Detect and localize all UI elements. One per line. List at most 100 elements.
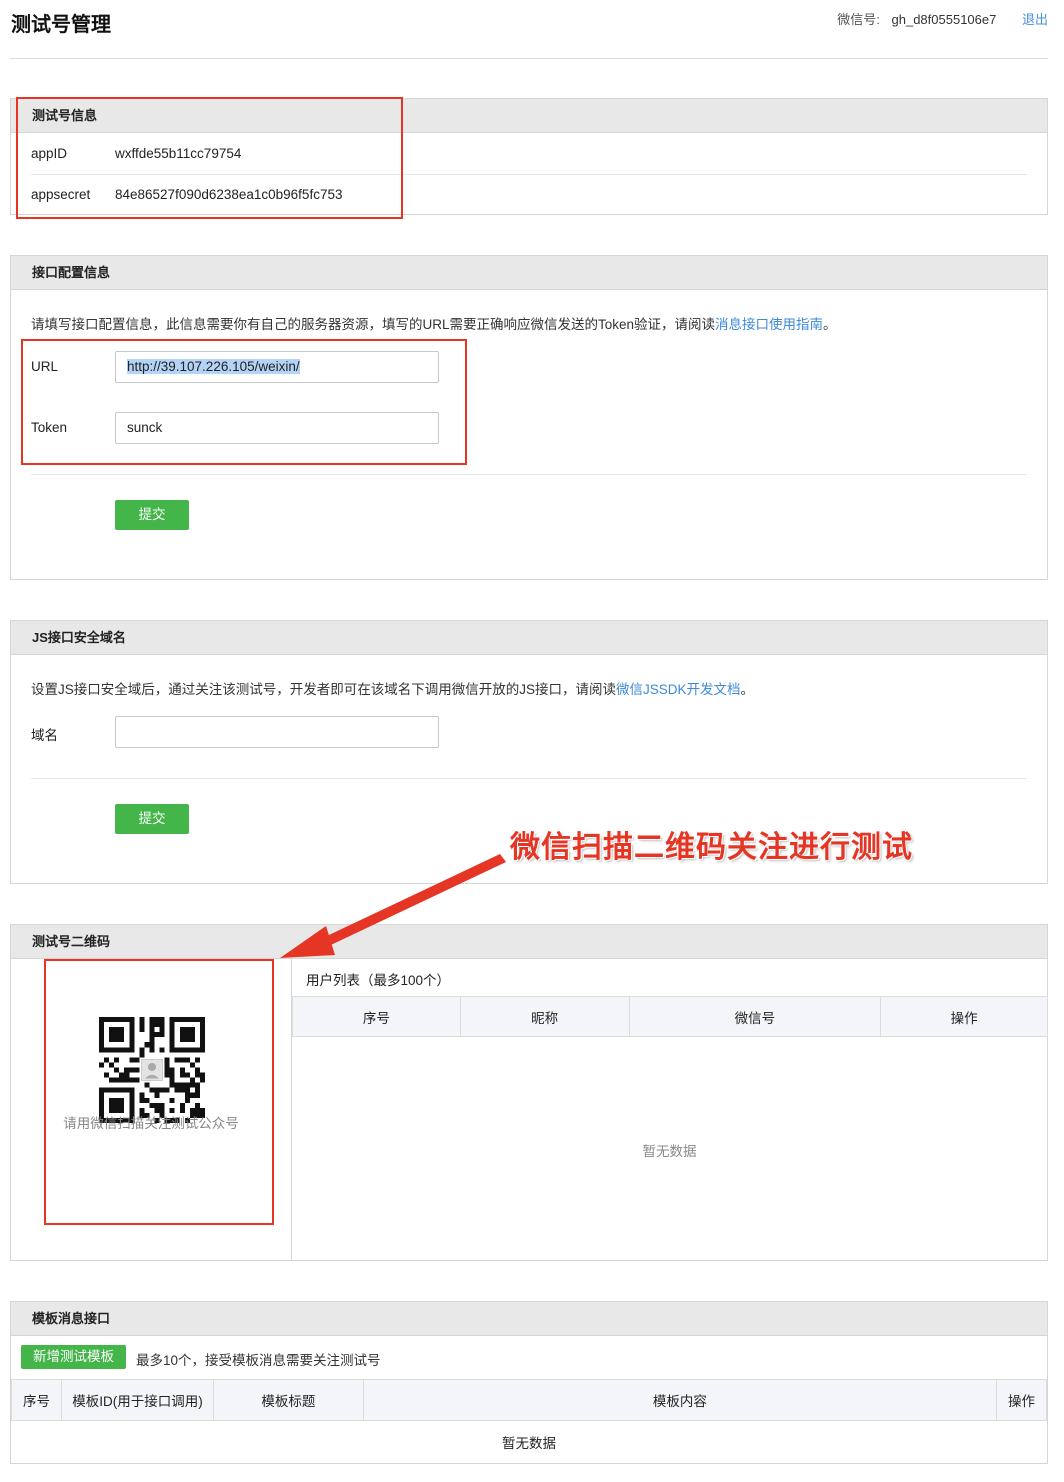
qr-module [154,1032,160,1038]
qr-module [184,1092,190,1098]
qr-module [124,1072,130,1078]
qr-module [149,1087,155,1093]
template-table: 序号 模板ID(用于接口调用) 模板标题 模板内容 操作 暂无数据 [11,1379,1047,1463]
qr-module [159,1017,165,1023]
user-list-empty: 暂无数据 [642,1144,697,1159]
qr-module [159,1027,165,1033]
qr-module [189,1092,195,1098]
js-domain-desc-text: 设置JS接口安全域后，通过关注该测试号，开发者即可在该域名下调用微信开放的JS接… [31,682,617,697]
qr-module [134,1077,140,1083]
template-header-row: 序号 模板ID(用于接口调用) 模板标题 模板内容 操作 [11,1379,1047,1421]
user-list-title: 用户列表（最多100个） [306,973,451,988]
user-list-table: 序号 昵称 微信号 操作 [292,996,1048,1037]
qr-module [154,1017,160,1023]
appsecret-label: appsecret [31,187,91,202]
logout-link[interactable]: 退出 [1022,12,1048,27]
js-domain-submit-button[interactable]: 提交 [115,804,189,834]
qr-module [194,1082,200,1088]
url-input-value: http://39.107.226.105/weixin/ [127,359,300,374]
form-divider [31,474,1027,475]
qr-module [149,1037,155,1043]
qr-module [149,1022,155,1028]
add-test-template-button[interactable]: 新增测试模板 [21,1345,126,1369]
qr-module [194,1092,200,1098]
qr-module [174,1057,180,1063]
url-input[interactable]: http://39.107.226.105/weixin/ [115,351,439,383]
message-api-guide-link[interactable]: 消息接口使用指南 [715,317,823,332]
col-template-title: 模板标题 [212,1379,364,1421]
qr-module [139,1047,145,1053]
qr-module [109,1077,115,1083]
qr-module [139,1027,145,1033]
qr-module [194,1057,200,1063]
qr-module [104,1057,110,1063]
qr-module [159,1047,165,1053]
qr-module [164,1062,170,1068]
qr-module [179,1082,185,1088]
qr-module [179,1057,185,1063]
qr-module [184,1082,190,1088]
qr-module [199,1077,205,1083]
qr-module [134,1057,140,1063]
token-input[interactable]: sunck [115,412,439,444]
qr-module [169,1067,175,1073]
qr-module [194,1067,200,1073]
qr-module [149,1102,155,1108]
qr-module [114,1057,120,1063]
col-actions: 操作 [996,1379,1047,1421]
qr-module [139,1017,145,1023]
qr-module [179,1067,185,1073]
col-template-id: 模板ID(用于接口调用) [60,1379,214,1421]
col-nickname: 昵称 [459,996,630,1037]
qr-module [149,1032,155,1038]
appsecret-value: 84e86527f090d6238ea1c0b96f5fc753 [115,187,343,202]
qr-module [134,1067,140,1073]
desc-period: 。 [740,682,755,697]
form-divider [31,778,1027,779]
token-label: Token [31,420,68,435]
header-divider [10,58,1048,59]
appid-label: appID [31,146,68,161]
qr-module [189,1082,195,1088]
qr-module [189,1077,195,1083]
qr-module [189,1062,195,1068]
qr-module [194,1072,200,1078]
qr-module [139,1092,145,1098]
qr-module [174,1082,180,1088]
test-account-heading: 测试号信息 [11,99,1047,133]
qrcode-heading: 测试号二维码 [11,925,1047,959]
qr-module [149,1017,155,1023]
col-index: 序号 [11,1379,62,1421]
qr-module [184,1097,190,1103]
appid-value: wxffde55b11cc79754 [115,146,242,161]
annotation-text: 微信扫描二维码关注进行测试 [510,831,913,864]
qr-module [129,1077,135,1083]
jssdk-doc-link[interactable]: 微信JSSDK开发文档 [616,682,741,697]
qr-module [159,1032,165,1038]
wechat-id-label: 微信号: [837,12,880,27]
url-label: URL [31,359,59,374]
qr-module [159,1087,165,1093]
qr-module [184,1057,190,1063]
qr-module [184,1072,190,1078]
interface-submit-button[interactable]: 提交 [115,500,189,530]
js-domain-heading: JS接口安全域名 [11,621,1047,655]
qr-module [119,1077,125,1083]
col-index: 序号 [292,996,461,1037]
qr-module [179,1087,185,1093]
qr-module [149,1027,155,1033]
qr-module [179,1102,185,1108]
qr-module [114,1067,120,1073]
qr-module [179,1072,185,1078]
qr-module [144,1082,150,1088]
qr-module [169,1097,175,1103]
interface-config-panel: 接口配置信息 请填写接口配置信息，此信息需要你有自己的服务器资源，填写的URL需… [10,255,1048,580]
qr-module [199,1072,205,1078]
wechat-id-value: gh_d8f0555106e7 [891,12,997,27]
interface-config-description: 请填写接口配置信息，此信息需要你有自己的服务器资源，填写的URL需要正确响应微信… [31,313,837,333]
account-info: 微信号: gh_d8f0555106e7 退出 [837,9,1048,28]
qr-module [154,1102,160,1108]
domain-input[interactable] [115,716,439,748]
qr-code-image [99,1017,205,1123]
appsecret-row: appsecret 84e86527f090d6238ea1c0b96f5fc7… [31,175,1027,215]
